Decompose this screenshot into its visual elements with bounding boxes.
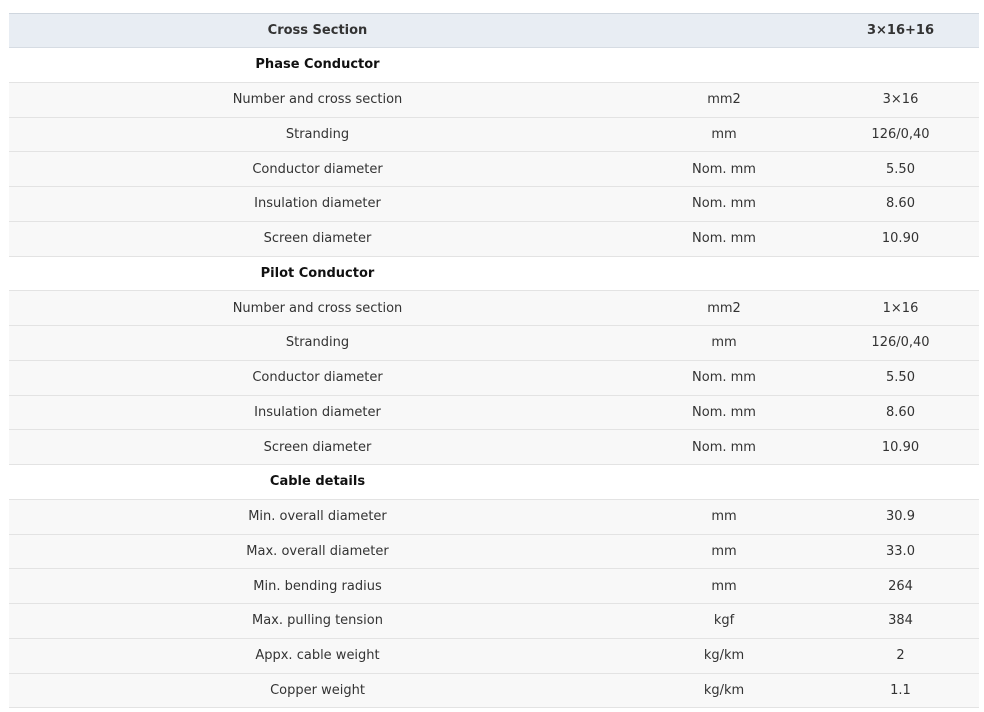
header-unit-empty bbox=[626, 13, 822, 48]
row-value: 5.50 bbox=[822, 360, 979, 396]
row-value: 10.90 bbox=[822, 429, 979, 465]
row-value: 8.60 bbox=[822, 186, 979, 222]
row-value: 2 bbox=[822, 638, 979, 674]
section-title: Cable details bbox=[9, 464, 626, 500]
row-value: 264 bbox=[822, 568, 979, 604]
row-value: 384 bbox=[822, 603, 979, 639]
row-name: Stranding bbox=[9, 117, 626, 153]
cable-spec-table: Cross Section 3×16+16 Phase Conductor Nu… bbox=[9, 13, 979, 709]
row-unit: Nom. mm bbox=[626, 395, 822, 431]
row-unit: kgf bbox=[626, 603, 822, 639]
row-unit: mm bbox=[626, 568, 822, 604]
row-unit: mm bbox=[626, 534, 822, 570]
table-row: Screen diameter Nom. mm 10.90 bbox=[9, 429, 979, 465]
row-name: Min. overall diameter bbox=[9, 499, 626, 535]
row-unit: mm bbox=[626, 325, 822, 361]
table-row: Screen diameter Nom. mm 10.90 bbox=[9, 221, 979, 257]
section-title: Phase Conductor bbox=[9, 47, 626, 83]
row-unit: Nom. mm bbox=[626, 186, 822, 222]
row-value: 1.1 bbox=[822, 673, 979, 709]
section-row-phase-conductor: Phase Conductor bbox=[9, 47, 979, 83]
header-label: Cross Section bbox=[9, 13, 626, 48]
table-row: Number and cross section mm2 3×16 bbox=[9, 82, 979, 118]
spec-table-container: Cross Section 3×16+16 Phase Conductor Nu… bbox=[9, 13, 979, 709]
table-row: Insulation diameter Nom. mm 8.60 bbox=[9, 186, 979, 222]
header-value: 3×16+16 bbox=[822, 13, 979, 48]
table-row: Max. overall diameter mm 33.0 bbox=[9, 534, 979, 570]
row-name: Copper weight bbox=[9, 673, 626, 709]
row-name: Number and cross section bbox=[9, 290, 626, 326]
table-row: Number and cross section mm2 1×16 bbox=[9, 290, 979, 326]
row-value: 126/0,40 bbox=[822, 325, 979, 361]
row-unit: Nom. mm bbox=[626, 360, 822, 396]
table-row: Max. pulling tension kgf 384 bbox=[9, 603, 979, 639]
row-name: Insulation diameter bbox=[9, 186, 626, 222]
row-name: Min. bending radius bbox=[9, 568, 626, 604]
section-title: Pilot Conductor bbox=[9, 256, 626, 292]
table-row: Insulation diameter Nom. mm 8.60 bbox=[9, 395, 979, 431]
row-name: Max. overall diameter bbox=[9, 534, 626, 570]
table-row: Appx. cable weight kg/km 2 bbox=[9, 638, 979, 674]
row-value: 5.50 bbox=[822, 151, 979, 187]
row-name: Max. pulling tension bbox=[9, 603, 626, 639]
table-row: Stranding mm 126/0,40 bbox=[9, 325, 979, 361]
row-value: 126/0,40 bbox=[822, 117, 979, 153]
row-name: Appx. cable weight bbox=[9, 638, 626, 674]
row-unit: kg/km bbox=[626, 673, 822, 709]
row-name: Stranding bbox=[9, 325, 626, 361]
row-unit: Nom. mm bbox=[626, 151, 822, 187]
table-header-row: Cross Section 3×16+16 bbox=[9, 13, 979, 48]
row-value: 1×16 bbox=[822, 290, 979, 326]
row-unit: mm2 bbox=[626, 82, 822, 118]
row-unit: Nom. mm bbox=[626, 429, 822, 465]
row-unit: mm bbox=[626, 499, 822, 535]
row-name: Number and cross section bbox=[9, 82, 626, 118]
row-unit: mm bbox=[626, 117, 822, 153]
row-value: 10.90 bbox=[822, 221, 979, 257]
table-row: Stranding mm 126/0,40 bbox=[9, 117, 979, 153]
row-value: 3×16 bbox=[822, 82, 979, 118]
row-unit: kg/km bbox=[626, 638, 822, 674]
table-row: Conductor diameter Nom. mm 5.50 bbox=[9, 360, 979, 396]
table-row: Min. bending radius mm 264 bbox=[9, 568, 979, 604]
row-name: Screen diameter bbox=[9, 221, 626, 257]
section-row-cable-details: Cable details bbox=[9, 464, 979, 500]
row-unit: mm2 bbox=[626, 290, 822, 326]
section-row-pilot-conductor: Pilot Conductor bbox=[9, 256, 979, 292]
table-row: Min. overall diameter mm 30.9 bbox=[9, 499, 979, 535]
row-name: Conductor diameter bbox=[9, 360, 626, 396]
row-unit: Nom. mm bbox=[626, 221, 822, 257]
row-name: Conductor diameter bbox=[9, 151, 626, 187]
row-name: Insulation diameter bbox=[9, 395, 626, 431]
row-value: 33.0 bbox=[822, 534, 979, 570]
row-name: Screen diameter bbox=[9, 429, 626, 465]
row-value: 30.9 bbox=[822, 499, 979, 535]
table-row: Conductor diameter Nom. mm 5.50 bbox=[9, 151, 979, 187]
row-value: 8.60 bbox=[822, 395, 979, 431]
table-row: Copper weight kg/km 1.1 bbox=[9, 673, 979, 709]
